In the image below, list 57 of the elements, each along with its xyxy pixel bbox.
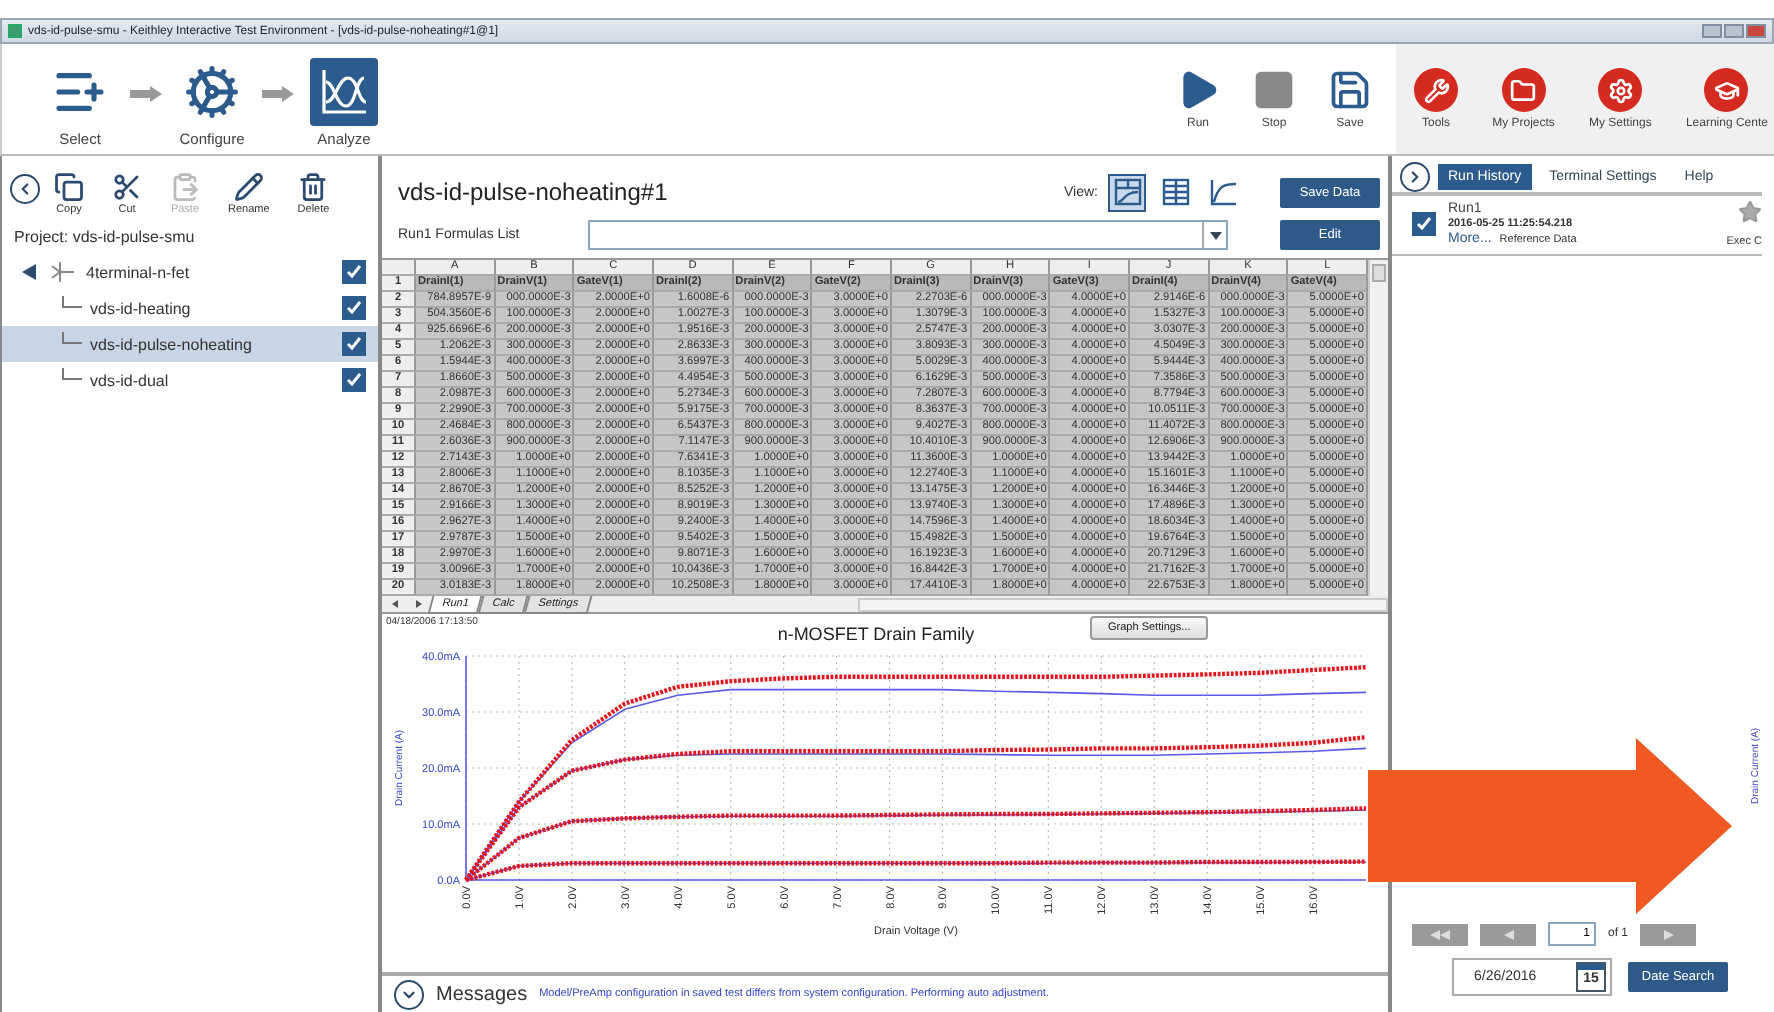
next-page-button[interactable]: [1640, 923, 1697, 945]
curve-icon: [1209, 178, 1237, 206]
expand-messages-button[interactable]: [394, 979, 424, 1009]
tree-item[interactable]: vds-id-heating: [2, 290, 378, 326]
checkbox[interactable]: [342, 368, 366, 392]
curve-graph-icon: [318, 66, 370, 118]
checkbox[interactable]: [1412, 212, 1436, 236]
checkbox[interactable]: [342, 296, 366, 320]
tree-label: 4terminal-n-fet: [86, 263, 192, 281]
back-button[interactable]: [10, 174, 40, 204]
checkbox[interactable]: [342, 260, 366, 284]
folder-icon: [1501, 68, 1546, 112]
chevron-right-icon: [1406, 168, 1424, 186]
tree-label: vds-id-pulse-noheating: [90, 335, 254, 353]
view-button[interactable]: [1108, 173, 1146, 211]
tree-item[interactable]: 4terminal-n-fet: [2, 254, 378, 290]
project-label: Project: vds-id-pulse-smu: [12, 226, 197, 250]
settings-icon: [1598, 68, 1643, 112]
arrow-icon: [262, 85, 294, 101]
caret-icon: [1209, 231, 1221, 239]
scissors-icon: [112, 172, 142, 202]
left-triangle-icon: [1503, 929, 1513, 939]
right-triangle-icon: [1663, 929, 1674, 939]
terminal-icon: [50, 262, 74, 282]
tree-item[interactable]: vds-id-pulse-noheating: [2, 326, 378, 362]
first-page-button[interactable]: [1412, 923, 1468, 945]
corner-cell[interactable]: [382, 260, 416, 276]
split-view-icon: [1113, 178, 1141, 206]
tree-label: vds-id-dual: [90, 371, 171, 389]
table-icon: [1161, 178, 1189, 206]
star-icon[interactable]: [1738, 200, 1762, 224]
chart-title: n-MOSFET Drain Family: [775, 624, 977, 644]
graduation-cap-icon: [1704, 68, 1749, 112]
vertical-scrollbar[interactable]: [1368, 260, 1388, 596]
chevron-left-icon: [16, 180, 34, 198]
double-left-triangle-icon: [1430, 929, 1450, 939]
arrow-icon: [130, 85, 162, 101]
wrench-icon: [1414, 68, 1458, 112]
previous-page-button[interactable]: [1480, 923, 1536, 945]
test-title: vds-id-pulse-noheating#1: [398, 178, 670, 206]
messages-title: Messages: [436, 983, 528, 1005]
save-icon: [1328, 68, 1372, 112]
checkbox[interactable]: [342, 332, 366, 356]
expand-triangle-icon[interactable]: [22, 264, 38, 280]
paste-icon: [170, 172, 200, 202]
stop-icon: [1252, 68, 1296, 112]
sheet-nav-arrows-icon[interactable]: [388, 598, 424, 610]
copy-icon: [54, 172, 84, 202]
pencil-icon: [233, 172, 264, 202]
trash-icon: [298, 172, 329, 202]
formulas-dropdown[interactable]: [588, 220, 1228, 250]
tree-label: vds-id-heating: [90, 299, 193, 317]
horizontal-scrollbar[interactable]: [858, 597, 1388, 611]
collapse-panel-button[interactable]: [1400, 162, 1430, 192]
tree-item[interactable]: vds-id-dual: [2, 362, 378, 398]
workflow-step[interactable]: [310, 58, 378, 126]
app-icon: [8, 24, 22, 38]
